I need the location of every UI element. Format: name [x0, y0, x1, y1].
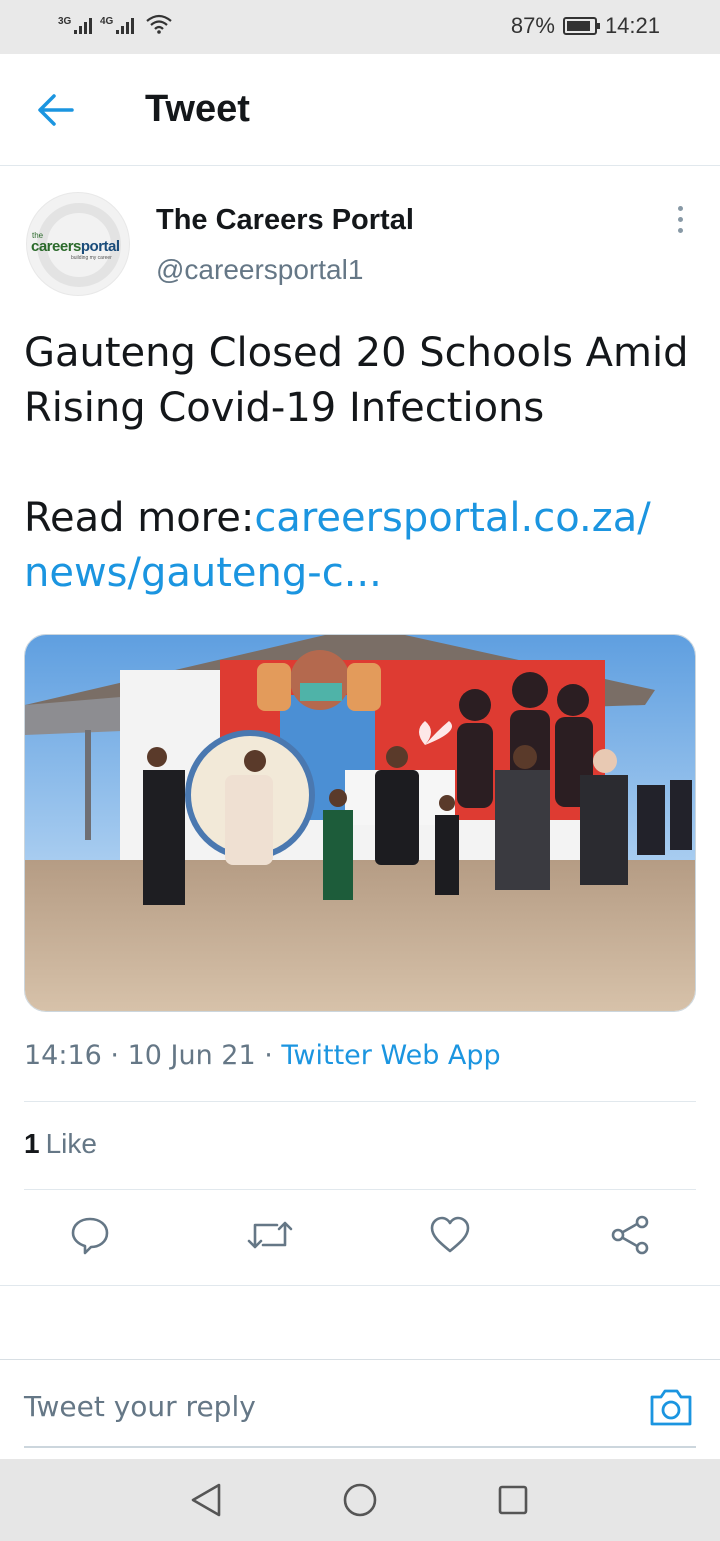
- circle-home-icon: [343, 1483, 377, 1517]
- photo-image: [25, 635, 695, 1011]
- reply-icon: [71, 1217, 109, 1255]
- network-type-label: 4G: [100, 16, 114, 27]
- tweet-line: Gauteng Closed 20 Schools Amid: [24, 330, 689, 376]
- careers-portal-logo: the careersportal building my career: [31, 231, 127, 261]
- battery-icon: [562, 17, 600, 35]
- author-handle[interactable]: @careersportal1: [156, 254, 363, 286]
- like-icon: [430, 1216, 470, 1253]
- clock: 14:21: [604, 13, 660, 38]
- more-options-button[interactable]: [668, 206, 692, 238]
- divider: [0, 1285, 720, 1286]
- read-more-line: Read more:careersportal.co.za/: [24, 491, 704, 546]
- logo-brand-a: careers: [31, 238, 81, 255]
- article-link[interactable]: careersportal.co.za/: [254, 495, 650, 541]
- logo-tagline: building my career: [71, 255, 112, 261]
- app-header: Tweet: [0, 54, 720, 166]
- square-recents-icon: [498, 1485, 528, 1515]
- likes-summary[interactable]: 1 Like: [24, 1128, 97, 1160]
- share-icon: [611, 1215, 649, 1255]
- tweet-line: Rising Covid-19 Infections: [24, 385, 545, 431]
- logo-brand-b: portal: [80, 238, 120, 255]
- tweet-photo[interactable]: [24, 634, 696, 1012]
- network-indicators: 3G 4G: [58, 14, 172, 34]
- network-type-label: 3G: [58, 16, 72, 27]
- reply-button[interactable]: [66, 1210, 114, 1260]
- tweet-date: 10 Jun 21: [127, 1040, 256, 1071]
- like-count: 1: [24, 1128, 40, 1159]
- nav-home-button[interactable]: [340, 1480, 380, 1520]
- like-button[interactable]: [426, 1210, 474, 1260]
- author-name[interactable]: The Careers Portal: [156, 204, 414, 237]
- dot: [677, 228, 683, 233]
- nav-recents-button[interactable]: [493, 1480, 533, 1520]
- signal-icon: 3G: [58, 16, 92, 34]
- camera-button[interactable]: [648, 1384, 694, 1430]
- avatar[interactable]: the careersportal building my career: [26, 192, 130, 296]
- tweet-text: Gauteng Closed 20 Schools Amid Rising Co…: [24, 326, 704, 601]
- arrow-left-icon: [38, 94, 74, 126]
- dot: [677, 217, 683, 222]
- page-title: Tweet: [145, 88, 250, 130]
- system-nav-bar: [0, 1459, 720, 1541]
- logo-brand: careersportal: [31, 238, 127, 255]
- read-more-label: Read more:: [24, 495, 255, 541]
- retweet-button[interactable]: [246, 1210, 294, 1260]
- tweet-source[interactable]: Twitter Web App: [281, 1040, 500, 1071]
- tweet-actions: [0, 1210, 720, 1266]
- battery-percent: 87%: [510, 13, 555, 38]
- signal-icon: 4G: [100, 16, 134, 34]
- status-bar: 3G 4G 87% 14:21: [0, 0, 720, 54]
- reply-underline: [24, 1446, 696, 1448]
- reply-composer: Tweet your reply: [0, 1359, 720, 1459]
- dot: [677, 206, 683, 211]
- reply-input[interactable]: Tweet your reply: [24, 1390, 256, 1423]
- camera-icon: [650, 1389, 692, 1426]
- tweet-meta: 14:16 · 10 Jun 21 · Twitter Web App: [24, 1040, 501, 1071]
- nav-back-button[interactable]: [186, 1480, 226, 1520]
- meta-separator: ·: [101, 1040, 128, 1071]
- status-right: 87% 14:21: [511, 13, 660, 39]
- back-button[interactable]: [34, 90, 78, 130]
- like-label: Like: [45, 1128, 97, 1159]
- article-link[interactable]: news/gauteng-c...: [24, 546, 704, 601]
- tweet-time: 14:16: [24, 1040, 102, 1071]
- divider: [24, 1101, 696, 1102]
- divider: [24, 1189, 696, 1190]
- triangle-back-icon: [191, 1483, 221, 1517]
- retweet-icon: [247, 1221, 293, 1249]
- wifi-icon: [146, 14, 172, 34]
- meta-separator: ·: [255, 1040, 282, 1071]
- share-button[interactable]: [606, 1210, 654, 1260]
